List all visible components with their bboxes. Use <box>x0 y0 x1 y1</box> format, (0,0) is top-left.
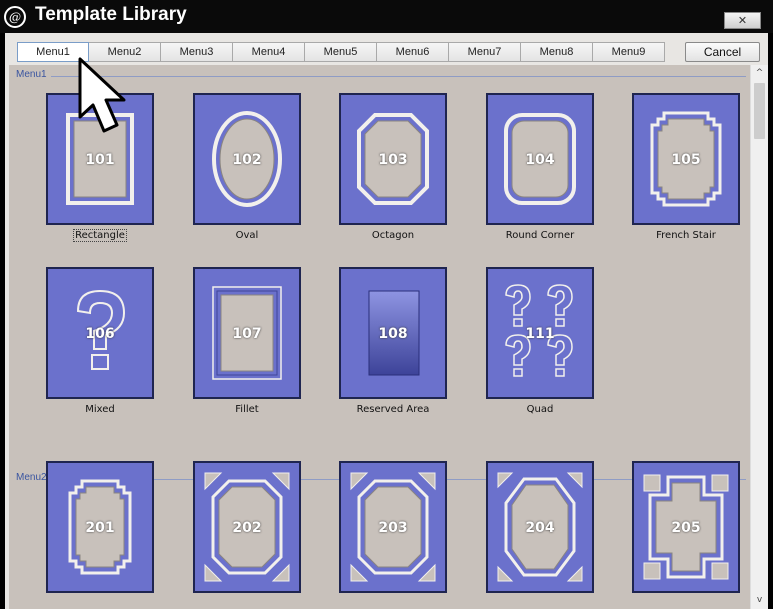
template-caption: Round Corner <box>466 230 614 241</box>
template-caption-text: Rectangle <box>73 229 127 242</box>
tab-menu8[interactable]: Menu8 <box>521 42 593 62</box>
template-caption: Rectangle <box>26 229 174 242</box>
template-thumbnail[interactable]: 106 <box>46 267 154 399</box>
template-caption-text: Round Corner <box>505 230 575 241</box>
template-item-111[interactable]: 111 Quad <box>486 267 594 415</box>
template-caption: Quad <box>466 404 614 415</box>
scroll-up-icon[interactable]: ^ <box>751 65 768 82</box>
template-thumbnail[interactable]: 104 <box>486 93 594 225</box>
template-item-201[interactable]: 201 <box>46 461 154 593</box>
tab-menu6[interactable]: Menu6 <box>377 42 449 62</box>
template-number: 205 <box>671 520 701 536</box>
template-thumbnail[interactable]: 107 <box>193 267 301 399</box>
mouse-pointer-icon <box>78 57 126 133</box>
vertical-scrollbar[interactable]: ^ v <box>750 65 768 609</box>
cancel-button[interactable]: Cancel <box>685 42 760 62</box>
template-number: 107 <box>232 326 262 342</box>
template-caption: Mixed <box>26 404 174 415</box>
tab-menu3[interactable]: Menu3 <box>161 42 233 62</box>
section-divider <box>49 76 746 77</box>
template-item-203[interactable]: 203 <box>339 461 447 593</box>
template-caption-text: French Stair <box>656 230 716 241</box>
tab-menu4[interactable]: Menu4 <box>233 42 305 62</box>
template-caption-text: Reserved Area <box>356 404 430 415</box>
template-thumbnail[interactable]: 102 <box>193 93 301 225</box>
template-item-106[interactable]: 106 Mixed <box>46 267 154 415</box>
template-caption: French Stair <box>612 230 750 241</box>
template-item-108[interactable]: 108 Reserved Area <box>339 267 447 415</box>
scroll-down-icon[interactable]: v <box>751 592 768 609</box>
template-item-204[interactable]: 204 <box>486 461 594 593</box>
template-item-103[interactable]: 103 Octagon <box>339 93 447 241</box>
template-number: 103 <box>378 152 408 168</box>
template-number: 101 <box>85 152 115 168</box>
template-number: 202 <box>232 520 262 536</box>
template-number: 204 <box>525 520 555 536</box>
template-caption-text: Oval <box>235 230 259 241</box>
scroll-thumb[interactable] <box>754 83 765 139</box>
template-item-104[interactable]: 104 Round Corner <box>486 93 594 241</box>
template-number: 111 <box>525 326 555 342</box>
template-number: 106 <box>85 326 115 342</box>
template-thumbnail[interactable]: 111 <box>486 267 594 399</box>
template-item-205[interactable]: 205 <box>632 461 740 593</box>
template-thumbnail[interactable]: 203 <box>339 461 447 593</box>
template-thumbnail[interactable]: 108 <box>339 267 447 399</box>
template-grid: Menu1 101 Rectangle 102 Oval 103 Octagon 104 Rou… <box>9 65 750 609</box>
template-thumbnail[interactable]: 204 <box>486 461 594 593</box>
template-item-105[interactable]: 105 French Stair <box>632 93 740 241</box>
window-title: Template Library <box>35 4 187 25</box>
template-number: 105 <box>671 152 701 168</box>
template-number: 108 <box>378 326 408 342</box>
template-caption-text: Quad <box>526 404 554 415</box>
template-item-202[interactable]: 202 <box>193 461 301 593</box>
template-thumbnail[interactable]: 103 <box>339 93 447 225</box>
template-item-107[interactable]: 107 Fillet <box>193 267 301 415</box>
template-number: 104 <box>525 152 555 168</box>
template-caption-text: Fillet <box>235 404 259 415</box>
close-button[interactable]: ✕ <box>724 12 761 29</box>
template-number: 102 <box>232 152 262 168</box>
template-thumbnail[interactable]: 205 <box>632 461 740 593</box>
tab-menu7[interactable]: Menu7 <box>449 42 521 62</box>
template-thumbnail[interactable]: 202 <box>193 461 301 593</box>
template-number: 201 <box>85 520 115 536</box>
app-logo-icon: @ <box>4 6 26 28</box>
template-thumbnail[interactable]: 105 <box>632 93 740 225</box>
template-caption: Oval <box>173 230 321 241</box>
template-caption: Octagon <box>319 230 467 241</box>
template-item-102[interactable]: 102 Oval <box>193 93 301 241</box>
template-number: 203 <box>378 520 408 536</box>
template-caption-text: Octagon <box>371 230 415 241</box>
template-caption-text: Mixed <box>85 404 115 415</box>
tab-menu9[interactable]: Menu9 <box>593 42 665 62</box>
section-label: Menu1 <box>16 69 51 80</box>
template-caption: Fillet <box>173 404 321 415</box>
template-caption: Reserved Area <box>319 404 467 415</box>
template-thumbnail[interactable]: 201 <box>46 461 154 593</box>
title-bar: @ Template Library ✕ <box>0 0 773 33</box>
tab-menu5[interactable]: Menu5 <box>305 42 377 62</box>
